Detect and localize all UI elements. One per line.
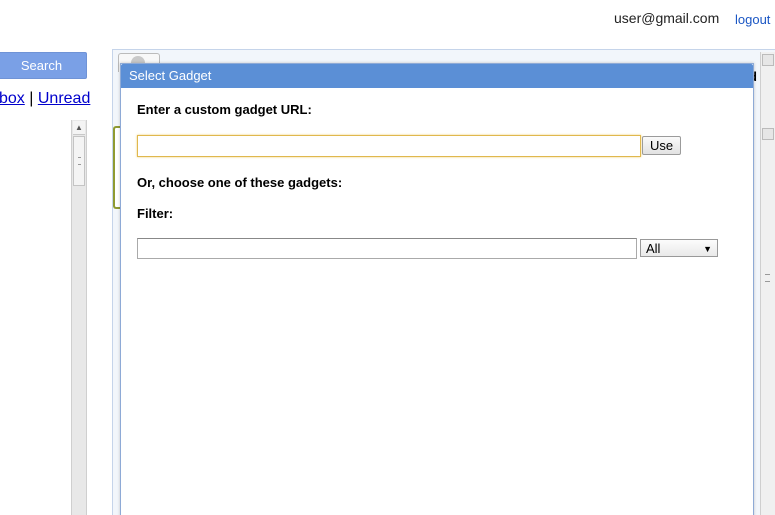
scroll-grip-icon xyxy=(765,274,770,282)
left-scrollbar[interactable]: ▲ xyxy=(71,120,87,515)
custom-url-label: Enter a custom gadget URL: xyxy=(137,102,312,117)
search-button[interactable]: Search xyxy=(0,52,87,79)
filter-category-select[interactable]: All ▼ xyxy=(640,239,718,257)
folder-links: box | Unread xyxy=(0,90,90,108)
filter-input[interactable] xyxy=(137,238,637,259)
scroll-up-arrow-icon[interactable]: ▲ xyxy=(73,121,85,135)
dropdown-arrow-icon: ▼ xyxy=(703,244,712,254)
scroll-button-icon[interactable] xyxy=(762,128,774,140)
dialog-title: Select Gadget xyxy=(121,64,753,88)
scroll-up-arrow-icon[interactable] xyxy=(762,54,774,66)
custom-url-input[interactable] xyxy=(137,135,641,157)
gmail-page: user@gmail.com logout Search box | Unrea… xyxy=(0,0,775,515)
link-separator: | xyxy=(29,90,34,107)
folder-link-unread[interactable]: Unread xyxy=(38,90,90,107)
filter-label: Filter: xyxy=(137,206,174,221)
user-email: user@gmail.com xyxy=(614,10,720,26)
scroll-thumb[interactable] xyxy=(73,136,85,186)
choose-gadgets-label: Or, choose one of these gadgets: xyxy=(137,175,343,190)
use-button[interactable]: Use xyxy=(642,136,681,155)
right-scrollbar[interactable] xyxy=(760,52,775,515)
logout-link[interactable]: logout xyxy=(735,12,770,27)
select-gadget-dialog: Select Gadget Enter a custom gadget URL:… xyxy=(120,63,754,515)
folder-link-inbox[interactable]: box xyxy=(0,90,25,107)
filter-select-value: All xyxy=(646,241,661,256)
